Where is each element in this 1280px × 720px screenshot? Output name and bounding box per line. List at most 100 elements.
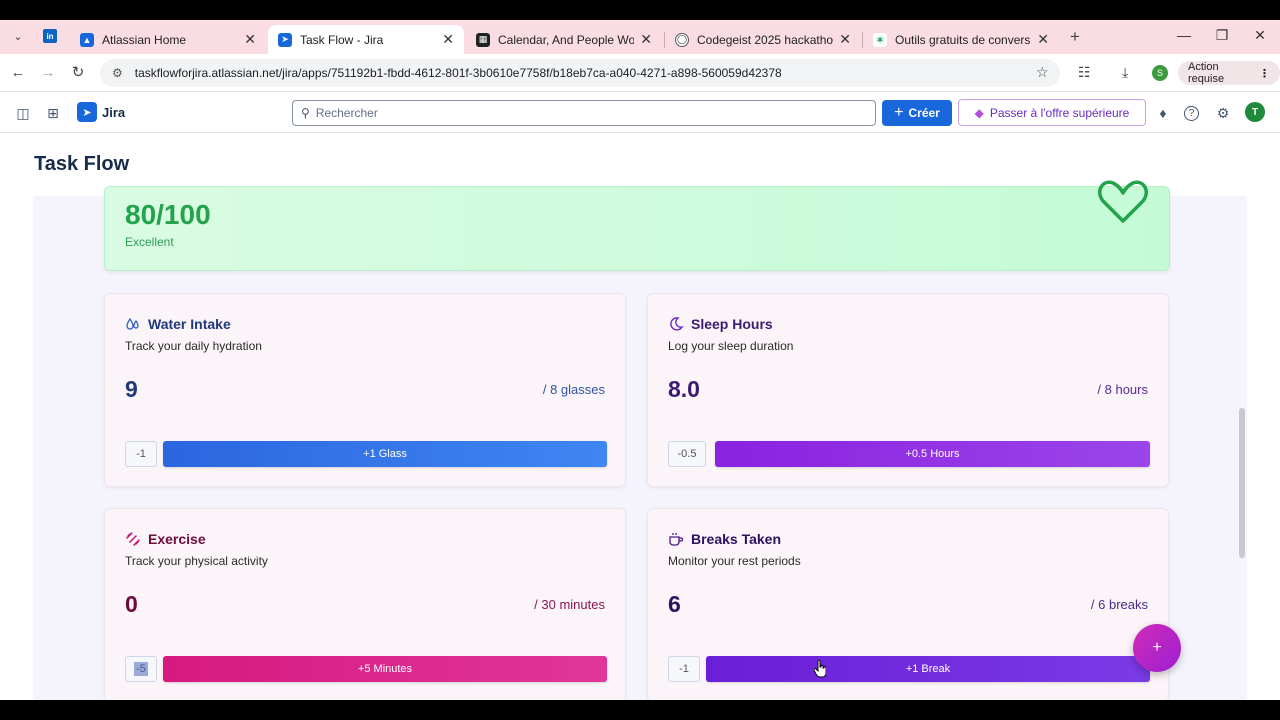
card-value: 9 xyxy=(125,376,138,402)
browser-profile-avatar[interactable]: S xyxy=(1152,65,1168,81)
plus-icon: + xyxy=(894,104,904,121)
breaks-taken-card: Breaks Taken Monitor your rest periods 6… xyxy=(647,508,1169,700)
more-vertical-icon: ⋮ xyxy=(1259,67,1270,80)
tab-label: Codegeist 2025 hackathon xyxy=(697,32,834,47)
card-value: 8.0 xyxy=(668,376,700,402)
dumbbell-icon xyxy=(126,532,140,546)
screen-top-border xyxy=(0,0,1280,20)
sleep-hours-card: Sleep Hours Log your sleep duration 8.0 … xyxy=(647,293,1169,487)
decrement-button[interactable]: -1 xyxy=(125,441,157,467)
user-avatar[interactable]: T xyxy=(1245,102,1265,122)
decrement-label: -5 xyxy=(134,662,148,676)
search-input[interactable]: ⚲ Rechercher xyxy=(292,100,876,126)
jira-product-name[interactable]: Jira xyxy=(102,105,125,120)
card-value: 0 xyxy=(125,591,138,617)
confluence-icon: ▦ xyxy=(476,32,490,47)
app-iframe: 80/100 Excellent Water Intake Track your… xyxy=(33,180,1247,700)
action-required-label: Action requise xyxy=(1188,61,1225,85)
tab-outils[interactable]: ✶ Outils gratuits de conversion de ✕ xyxy=(863,25,1059,54)
close-icon[interactable]: ✕ xyxy=(442,31,454,48)
browser-toolbar: ← → ↻ ⚙ taskflowforjira.atlassian.net/ji… xyxy=(0,54,1280,92)
wellness-score-card: 80/100 Excellent xyxy=(104,180,1170,271)
page-title: Task Flow xyxy=(34,153,130,175)
settings-gear-icon[interactable]: ⚙ xyxy=(1214,104,1232,122)
site-info-icon[interactable]: ⚙ xyxy=(112,66,123,80)
back-arrow-icon[interactable]: ← xyxy=(8,63,28,83)
card-description: Track your daily hydration xyxy=(125,339,262,353)
tab-search-chevron-icon[interactable]: ⌄ xyxy=(8,27,28,47)
tab-label: Task Flow - Jira xyxy=(300,32,384,47)
floating-add-button[interactable]: + xyxy=(1133,624,1181,672)
window-close-icon[interactable]: ✕ xyxy=(1250,27,1270,44)
add-minutes-button[interactable]: +5 Minutes xyxy=(163,656,607,682)
tab-codegeist[interactable]: ◯ Codegeist 2025 hackathon ✕ xyxy=(665,25,861,54)
moon-icon xyxy=(670,317,684,331)
restore-icon[interactable]: ❐ xyxy=(1212,27,1232,44)
atlassian-icon: ▲ xyxy=(80,32,94,47)
card-description: Monitor your rest periods xyxy=(668,554,801,568)
download-icon[interactable]: ⤓ xyxy=(1122,64,1128,81)
page-content: Task Flow 80/100 Excellent Water Intake … xyxy=(0,133,1280,700)
coffee-cup-icon xyxy=(669,533,684,546)
extensions-icon[interactable]: ☷ xyxy=(1078,64,1091,81)
bookmark-star-icon[interactable]: ☆ xyxy=(1036,64,1049,81)
decrement-button[interactable]: -1 xyxy=(668,656,700,682)
tab-label: Calendar, And People Working xyxy=(498,32,635,47)
sidebar-toggle-icon[interactable]: ◫ xyxy=(14,104,32,122)
address-bar[interactable]: ⚙ taskflowforjira.atlassian.net/jira/app… xyxy=(100,59,1060,87)
add-glass-button[interactable]: +1 Glass xyxy=(163,441,607,467)
heart-icon xyxy=(1098,180,1148,223)
card-target: / 30 minutes xyxy=(534,597,605,612)
screen-bottom-border xyxy=(0,700,1280,720)
score-value: 80/100 xyxy=(125,199,211,230)
jira-icon: ➤ xyxy=(278,32,292,47)
add-sleep-button[interactable]: +0.5 Hours xyxy=(715,441,1150,467)
decrement-button[interactable]: -5 xyxy=(125,656,157,682)
globe-icon: ◯ xyxy=(675,32,689,47)
tab-task-flow[interactable]: ➤ Task Flow - Jira ✕ xyxy=(268,25,464,54)
close-icon[interactable]: ✕ xyxy=(244,31,256,48)
tab-label: Atlassian Home xyxy=(102,32,187,47)
converter-icon: ✶ xyxy=(873,32,887,47)
card-target: / 8 glasses xyxy=(542,382,605,397)
search-icon: ⚲ xyxy=(301,106,310,120)
jira-logo-icon[interactable]: ➤ xyxy=(77,102,97,122)
tab-calendar[interactable]: ▦ Calendar, And People Working ✕ xyxy=(466,25,662,54)
water-intake-card: Water Intake Track your daily hydration … xyxy=(104,293,626,487)
close-icon[interactable]: ✕ xyxy=(839,31,851,48)
card-title: Exercise xyxy=(148,531,206,547)
notifications-bell-icon[interactable]: ♦ xyxy=(1154,104,1172,122)
card-value: 6 xyxy=(668,591,681,617)
add-break-button[interactable]: +1 Break xyxy=(706,656,1150,682)
score-label: Excellent xyxy=(125,235,174,249)
search-placeholder: Rechercher xyxy=(315,106,378,120)
card-title: Water Intake xyxy=(148,316,231,332)
close-icon[interactable]: ✕ xyxy=(1037,31,1049,48)
app-switcher-icon[interactable]: ⊞ xyxy=(44,104,62,122)
close-icon[interactable]: ✕ xyxy=(640,31,652,48)
card-title: Breaks Taken xyxy=(691,531,782,547)
create-button[interactable]: + Créer xyxy=(882,100,952,126)
tab-label: Outils gratuits de conversion de xyxy=(895,32,1031,47)
reload-icon[interactable]: ↻ xyxy=(68,63,88,83)
card-target: / 8 hours xyxy=(1097,382,1148,397)
help-icon[interactable]: ? xyxy=(1184,106,1199,121)
action-required-button[interactable]: Action requise ⋮ xyxy=(1178,61,1280,85)
new-tab-plus-icon[interactable]: + xyxy=(1065,27,1085,47)
upgrade-button[interactable]: ◆ Passer à l'offre supérieure xyxy=(958,99,1146,126)
exercise-card: Exercise Track your physical activity 0 … xyxy=(104,508,626,700)
card-description: Track your physical activity xyxy=(125,554,268,568)
card-target: / 6 breaks xyxy=(1090,597,1148,612)
decrement-button[interactable]: -0.5 xyxy=(668,441,706,467)
minimize-icon[interactable]: — xyxy=(1174,27,1194,43)
card-description: Log your sleep duration xyxy=(668,339,794,353)
forward-arrow-icon[interactable]: → xyxy=(38,63,58,83)
url-text: taskflowforjira.atlassian.net/jira/apps/… xyxy=(134,66,782,80)
browser-tab-strip: ⌄ in ▲ Atlassian Home ✕ ➤ Task Flow - Ji… xyxy=(0,20,1280,54)
tab-atlassian-home[interactable]: ▲ Atlassian Home ✕ xyxy=(70,25,266,54)
jira-top-nav: ◫ ⊞ ➤ Jira ⚲ Rechercher + Créer ◆ Passer… xyxy=(0,92,1280,133)
linkedin-pinned-tab[interactable]: in xyxy=(43,29,57,43)
upgrade-label: Passer à l'offre supérieure xyxy=(989,105,1130,120)
page-scrollbar[interactable] xyxy=(1239,408,1245,558)
diamond-icon: ◆ xyxy=(974,105,984,120)
